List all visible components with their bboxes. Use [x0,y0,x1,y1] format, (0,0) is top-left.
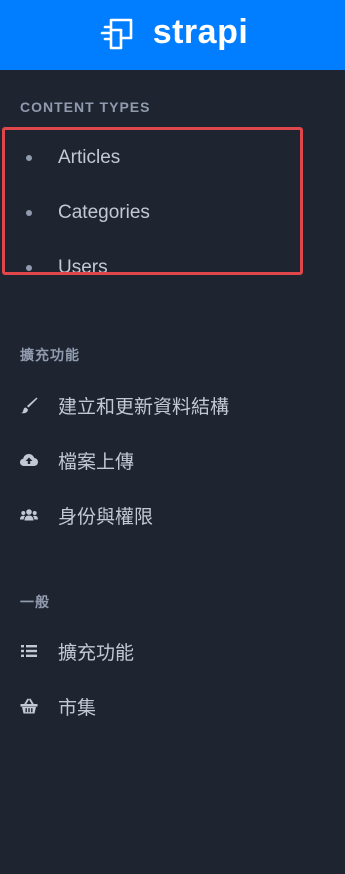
cloud-upload-icon [19,450,39,470]
nav-item-upload[interactable]: 檔案上傳 [0,438,305,482]
nav-item-label: Categories [58,202,150,223]
bullet-icon [26,210,32,216]
nav-item-label: Users [58,257,108,275]
list-icon [19,641,39,661]
nav-item-users[interactable]: Users [0,246,305,275]
nav-item-label: 檔案上傳 [58,451,135,473]
section-title-plugins: 擴充功能 [20,347,80,363]
left-sidebar: strapi CONTENT TYPES Articles Categories… [0,0,345,874]
users-icon [19,505,39,525]
nav-item-categories[interactable]: Categories [0,191,305,235]
nav-item-label: 市集 [58,697,97,719]
brand-name: strapi [152,12,249,51]
nav-item-label: 建立和更新資料結構 [58,396,230,418]
nav-item-label: Articles [58,147,121,168]
strapi-logo-icon [97,13,141,57]
nav-item-marketplace[interactable]: 市集 [0,684,305,728]
nav-item-plugins[interactable]: 擴充功能 [0,629,305,673]
paint-brush-icon [19,395,39,415]
section-title-content-types: CONTENT TYPES [20,99,151,115]
nav-item-content-type-builder[interactable]: 建立和更新資料結構 [0,383,305,427]
nav-item-label: 擴充功能 [58,642,135,664]
nav-item-label: 身份與權限 [58,506,154,528]
basket-icon [19,696,39,716]
content-types-list: Articles Categories Users [0,127,345,275]
nav-item-articles[interactable]: Articles [0,136,305,180]
bullet-icon [26,155,32,161]
brand-header[interactable]: strapi [0,0,345,70]
nav-item-users-permissions[interactable]: 身份與權限 [0,493,305,537]
section-title-general: 一般 [20,594,50,610]
bullet-icon [26,265,32,271]
